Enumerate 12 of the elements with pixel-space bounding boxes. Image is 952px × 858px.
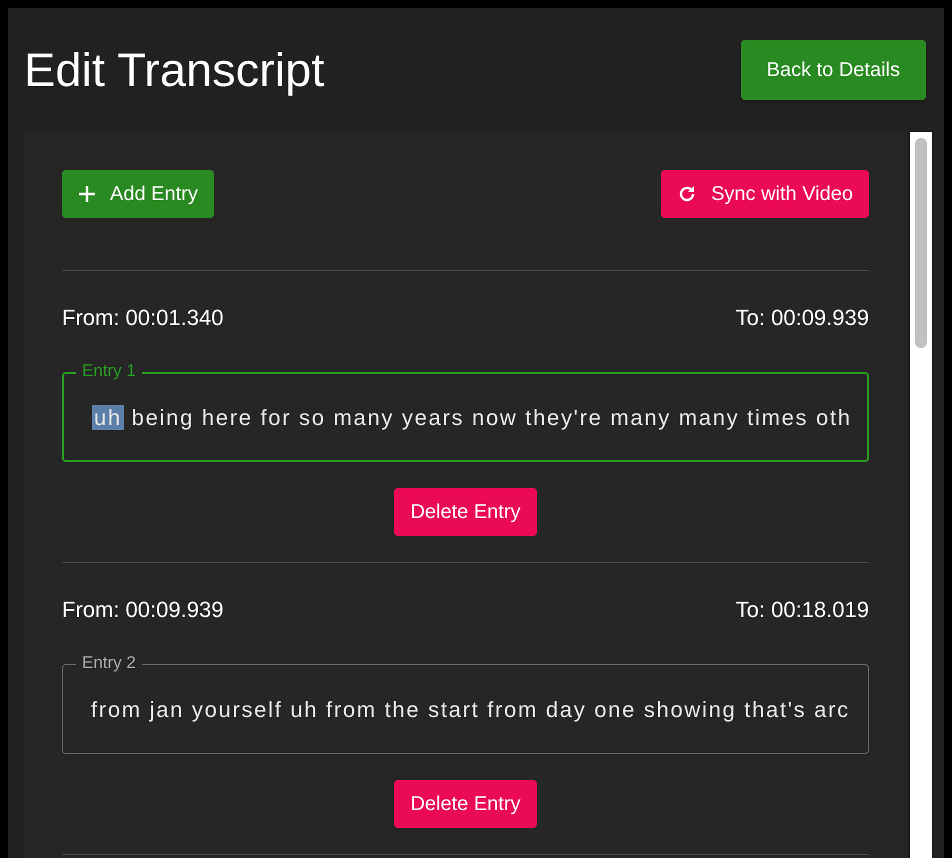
add-entry-button[interactable]: Add Entry <box>62 170 214 218</box>
delete-entry-button[interactable]: Delete Entry <box>394 780 537 828</box>
back-button[interactable]: Back to Details <box>740 40 926 100</box>
page-title: Edit Transcript <box>24 42 324 98</box>
to-time: To: 00:18.019 <box>736 596 869 624</box>
sync-button[interactable]: Sync with Video <box>661 170 869 218</box>
from-time: From: 00:01.340 <box>62 304 224 332</box>
to-time: To: 00:09.939 <box>736 304 869 332</box>
from-time: From: 00:09.939 <box>62 596 224 624</box>
plus-icon <box>78 185 96 203</box>
delete-entry-button[interactable]: Delete Entry <box>394 488 537 536</box>
scrollbar[interactable] <box>910 132 932 858</box>
